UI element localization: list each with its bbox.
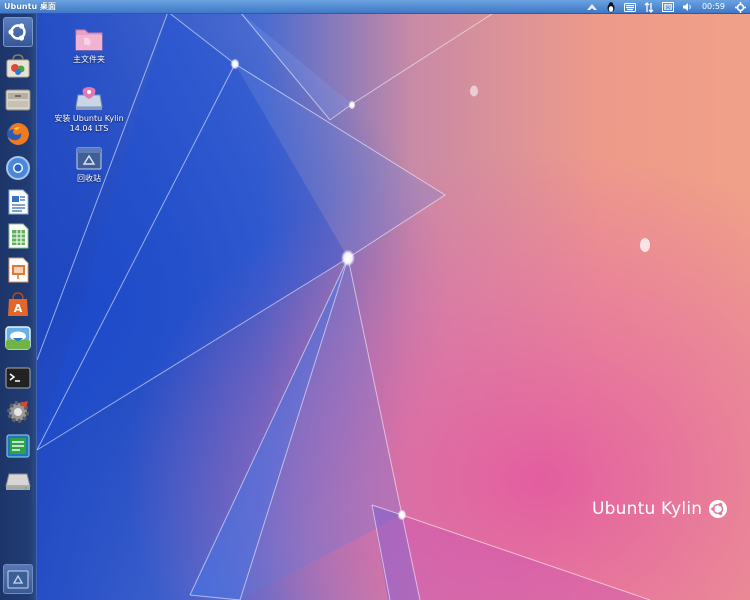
ubuntu-logo-icon [8, 23, 26, 41]
network-icon[interactable] [582, 0, 602, 14]
settings-icon [7, 401, 29, 423]
clock[interactable]: 00:59 [696, 0, 731, 14]
installer-icon [75, 87, 103, 110]
impress-icon [8, 257, 29, 283]
trash-icon [76, 147, 102, 170]
launcher-libreoffice-calc[interactable] [3, 221, 33, 251]
tools-icon [6, 434, 30, 458]
launcher-chromium[interactable] [3, 153, 33, 183]
system-tray: ✉ 00:59 [582, 0, 750, 14]
weather-icon [5, 326, 31, 350]
ubuntu-kylin-branding: Ubuntu Kylin [592, 499, 728, 519]
launcher-kylin-tools[interactable] [3, 431, 33, 461]
launcher-libreoffice-impress[interactable] [3, 255, 33, 285]
panel-window-title: Ubuntu 桌面 [4, 2, 56, 11]
top-panel: Ubuntu 桌面 ✉ 00:59 [0, 0, 750, 14]
desktop-icon-home-folder[interactable]: 主文件夹 [44, 26, 134, 65]
desktop-icon-install-ubuntu-kylin[interactable]: 安装 Ubuntu Kylin 14.04 LTS [44, 85, 134, 134]
desktop-icon-label-line1: 安装 Ubuntu Kylin [54, 114, 124, 123]
svg-text:✉: ✉ [665, 5, 670, 12]
launcher-kylin-weather[interactable] [3, 323, 33, 353]
launcher-system-settings[interactable] [3, 397, 33, 427]
network-transfer-icon[interactable] [640, 0, 658, 14]
launcher-firefox[interactable] [3, 119, 33, 149]
launcher: A [0, 14, 37, 600]
desktop-icon-label: 回收站 [77, 174, 101, 183]
desktop-icon-label: 主文件夹 [73, 55, 105, 64]
svg-text:A: A [14, 302, 23, 315]
chromium-icon [6, 156, 30, 180]
desktop-icon-trash[interactable]: 回收站 [44, 145, 134, 184]
desktop-icon-label-line2: 14.04 LTS [69, 124, 109, 133]
launcher-ubuntu-software-center[interactable]: A [3, 289, 33, 319]
launcher-files[interactable] [3, 85, 33, 115]
calc-icon [8, 223, 29, 249]
firefox-icon [7, 123, 29, 145]
ubuntu-kylin-logo-icon [709, 500, 728, 518]
launcher-removable-drive[interactable] [3, 465, 33, 495]
keyboard-icon[interactable] [620, 0, 640, 14]
brand-text: Ubuntu Kylin [592, 499, 703, 519]
drive-icon [5, 473, 31, 490]
ime-penguin-icon[interactable] [602, 0, 620, 14]
trash-icon [7, 570, 29, 589]
battery-icon[interactable]: ✉ [658, 0, 678, 14]
launcher-kylin-software-center[interactable] [3, 51, 33, 81]
shopping-bag-icon [6, 54, 30, 78]
terminal-icon [5, 367, 31, 389]
launcher-libreoffice-writer[interactable] [3, 187, 33, 217]
software-center-icon: A [8, 292, 28, 316]
launcher-terminal[interactable] [3, 363, 33, 393]
volume-icon[interactable] [678, 0, 696, 14]
writer-icon [8, 189, 29, 215]
gear-icon[interactable] [731, 0, 750, 14]
launcher-dash-home[interactable] [3, 17, 33, 47]
launcher-trash[interactable] [3, 564, 33, 594]
folder-icon [75, 29, 103, 51]
file-cabinet-icon [5, 89, 31, 111]
